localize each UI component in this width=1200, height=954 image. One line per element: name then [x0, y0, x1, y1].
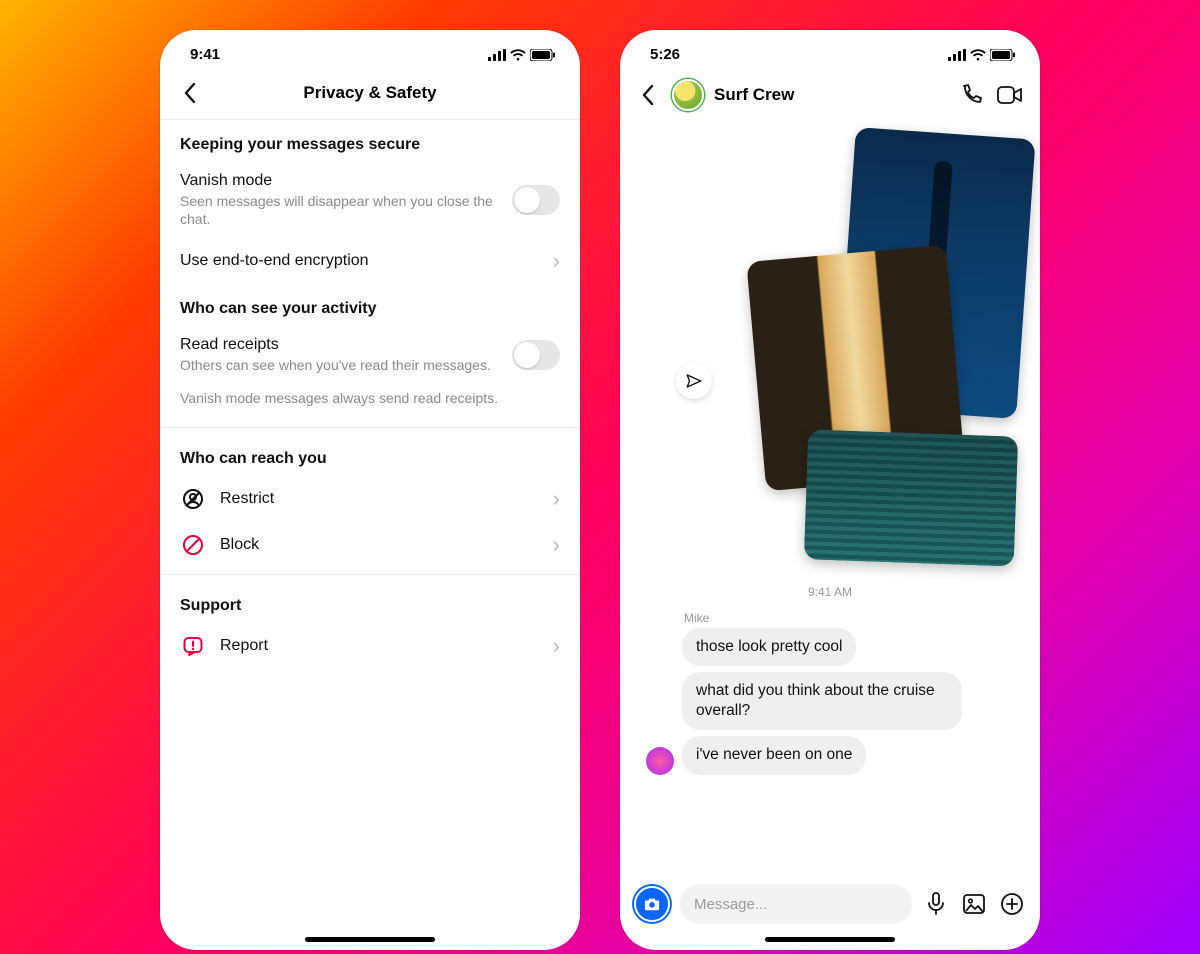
video-call-button[interactable] — [996, 81, 1024, 109]
report-icon — [181, 634, 205, 658]
back-button[interactable] — [634, 81, 662, 109]
audio-call-button[interactable] — [958, 81, 986, 109]
section-header: Who can reach you — [160, 434, 580, 476]
chat-body: 9:41 AM Mike those look pretty cool what… — [620, 121, 1040, 874]
chat-header: Surf Crew — [620, 71, 1040, 121]
status-time: 9:41 — [190, 46, 220, 63]
message-bubble[interactable]: i've never been on one — [682, 736, 866, 774]
message-row: what did you think about the cruise over… — [634, 672, 1026, 730]
home-indicator[interactable] — [305, 937, 435, 942]
block-icon — [181, 533, 205, 557]
divider — [160, 427, 580, 428]
message-placeholder: Message... — [694, 896, 767, 913]
message-row: those look pretty cool — [634, 628, 1026, 666]
message-input[interactable]: Message... — [680, 884, 912, 924]
settings-content: Keeping your messages secure Vanish mode… — [160, 120, 580, 950]
video-icon — [997, 84, 1023, 106]
share-button[interactable] — [676, 363, 712, 399]
send-icon — [685, 372, 703, 390]
receipts-sub: Others can see when you've read their me… — [180, 356, 498, 374]
report-label: Report — [220, 637, 539, 655]
message-bubble[interactable]: what did you think about the cruise over… — [682, 672, 962, 730]
voice-button[interactable] — [922, 890, 950, 918]
battery-icon — [990, 49, 1016, 61]
status-bar: 9:41 — [160, 30, 580, 71]
section-header: Who can see your activity — [160, 284, 580, 326]
divider — [160, 574, 580, 575]
receipts-label: Read receipts — [180, 336, 498, 354]
message-bubble[interactable]: those look pretty cool — [682, 628, 856, 666]
signal-icon — [488, 49, 506, 61]
row-read-receipts[interactable]: Read receipts Others can see when you've… — [160, 326, 580, 384]
chevron-right-icon: › — [553, 486, 560, 512]
status-icons — [488, 49, 556, 61]
chat-title[interactable]: Surf Crew — [714, 85, 948, 105]
chevron-left-icon — [642, 85, 654, 105]
wifi-icon — [510, 49, 526, 61]
status-icons — [948, 49, 1016, 61]
nav-header: Privacy & Safety — [160, 71, 580, 120]
chevron-right-icon: › — [553, 248, 560, 274]
sender-avatar[interactable] — [646, 747, 674, 775]
vanish-sub: Seen messages will disappear when you cl… — [180, 192, 498, 228]
vanish-toggle[interactable] — [512, 185, 560, 215]
signal-icon — [948, 49, 966, 61]
section-header: Support — [160, 581, 580, 623]
gallery-button[interactable] — [960, 890, 988, 918]
e2e-label: Use end-to-end encryption — [180, 252, 539, 270]
camera-button[interactable] — [634, 886, 670, 922]
row-report[interactable]: Report › — [160, 623, 580, 669]
receipts-toggle[interactable] — [512, 340, 560, 370]
home-indicator[interactable] — [765, 937, 895, 942]
image-icon — [962, 893, 986, 915]
timestamp: 9:41 AM — [634, 585, 1026, 599]
phone-icon — [960, 83, 984, 107]
receipts-note: Vanish mode messages always send read re… — [160, 385, 580, 421]
chevron-right-icon: › — [553, 633, 560, 659]
vanish-label: Vanish mode — [180, 172, 498, 190]
chevron-right-icon: › — [553, 532, 560, 558]
row-block[interactable]: Block › — [160, 522, 580, 568]
row-e2e-encryption[interactable]: Use end-to-end encryption › — [160, 238, 580, 284]
battery-icon — [530, 49, 556, 61]
group-avatar[interactable] — [672, 79, 704, 111]
restrict-label: Restrict — [220, 490, 539, 508]
block-label: Block — [220, 536, 539, 554]
page-title: Privacy & Safety — [212, 83, 528, 103]
message-row: i've never been on one — [634, 736, 1026, 774]
row-vanish-mode[interactable]: Vanish mode Seen messages will disappear… — [160, 162, 580, 238]
restrict-icon — [181, 487, 205, 511]
camera-icon — [643, 896, 661, 912]
row-restrict[interactable]: Restrict › — [160, 476, 580, 522]
wifi-icon — [970, 49, 986, 61]
more-button[interactable] — [998, 890, 1026, 918]
phone-privacy-settings: 9:41 Privacy & Safety Keeping your messa… — [160, 30, 580, 950]
sender-name: Mike — [684, 611, 1026, 625]
plus-circle-icon — [1000, 892, 1024, 916]
section-header: Keeping your messages secure — [160, 120, 580, 162]
photo-pool[interactable] — [804, 429, 1018, 566]
phone-chat: 5:26 Surf Crew 9:41 AM Mike — [620, 30, 1040, 950]
photo-attachment-stack[interactable] — [726, 133, 1026, 563]
back-button[interactable] — [176, 79, 204, 107]
status-time: 5:26 — [650, 46, 680, 63]
status-bar: 5:26 — [620, 30, 1040, 71]
chevron-left-icon — [184, 83, 196, 103]
mic-icon — [926, 892, 946, 916]
